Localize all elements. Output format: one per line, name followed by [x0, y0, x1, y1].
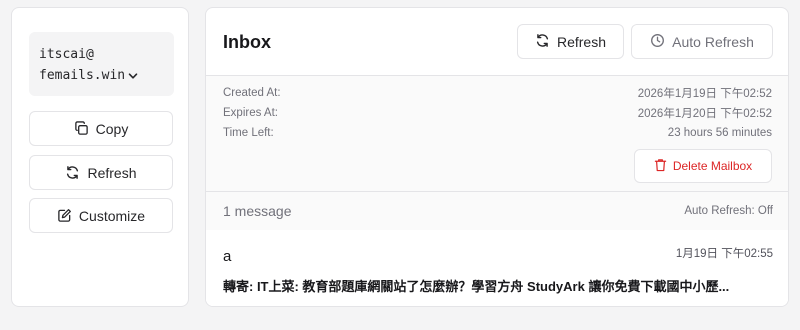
sidebar-refresh-label: Refresh — [87, 164, 137, 181]
message-list-item[interactable]: a 1月19日 下午02:55 轉寄: IT上菜: 教育部題庫網關站了怎麼辦？學… — [206, 230, 788, 306]
customize-button[interactable]: Customize — [29, 198, 173, 233]
refresh-icon — [535, 33, 550, 51]
expires-at-row: Expires At: 2026年1月20日 下午02:52 — [223, 104, 772, 122]
auto-refresh-button[interactable]: Auto Refresh — [631, 24, 773, 59]
delete-mailbox-button[interactable]: Delete Mailbox — [634, 149, 772, 183]
delete-mailbox-label: Delete Mailbox — [672, 159, 753, 173]
edit-icon — [57, 208, 72, 223]
trash-icon — [654, 158, 667, 175]
clock-icon — [650, 33, 665, 51]
created-at-value: 2026年1月19日 下午02:52 — [637, 88, 772, 100]
time-left-row: Time Left: 23 hours 56 minutes — [223, 124, 772, 142]
created-at-row: Created At: 2026年1月19日 下午02:52 — [223, 84, 772, 102]
refresh-icon — [65, 165, 80, 180]
time-left-value: 23 hours 56 minutes — [667, 127, 772, 139]
inbox-panel: Inbox Refresh Auto Refresh Created At: 2… — [205, 7, 789, 307]
page-title: Inbox — [223, 32, 271, 52]
inbox-refresh-button[interactable]: Refresh — [517, 24, 624, 59]
message-subject: 轉寄: IT上菜: 教育部題庫網關站了怎麼辦？學習方舟 StudyArk 讓你免… — [223, 279, 730, 294]
email-address-local: itscai@ — [39, 47, 94, 62]
time-left-label: Time Left: — [223, 127, 274, 139]
message-count-bar: 1 message Auto Refresh: Off — [206, 192, 788, 230]
auto-refresh-status: Auto Refresh: Off — [684, 205, 773, 217]
message-sender: a — [223, 248, 232, 265]
copy-button[interactable]: Copy — [29, 111, 173, 146]
email-address-selector[interactable]: itscai@ femails.win — [29, 32, 174, 96]
sidebar-refresh-button[interactable]: Refresh — [29, 155, 173, 190]
created-at-label: Created At: — [223, 87, 281, 99]
copy-icon — [74, 121, 89, 136]
email-address-domain-row: femails.win — [39, 65, 164, 86]
email-address-domain: femails.win — [39, 68, 126, 83]
copy-button-label: Copy — [95, 120, 129, 137]
message-count: 1 message — [223, 203, 292, 219]
sidebar-panel: itscai@ femails.win Copy Refresh Customi… — [11, 7, 189, 307]
chevron-down-icon[interactable] — [128, 71, 138, 81]
message-time: 1月19日 下午02:55 — [675, 248, 773, 260]
expires-at-label: Expires At: — [223, 107, 278, 119]
customize-button-label: Customize — [78, 207, 146, 224]
auto-refresh-label: Auto Refresh — [672, 33, 754, 50]
mailbox-info: Created At: 2026年1月19日 下午02:52 Expires A… — [206, 75, 788, 192]
inbox-refresh-label: Refresh — [556, 33, 607, 50]
expires-at-value: 2026年1月20日 下午02:52 — [637, 108, 772, 120]
